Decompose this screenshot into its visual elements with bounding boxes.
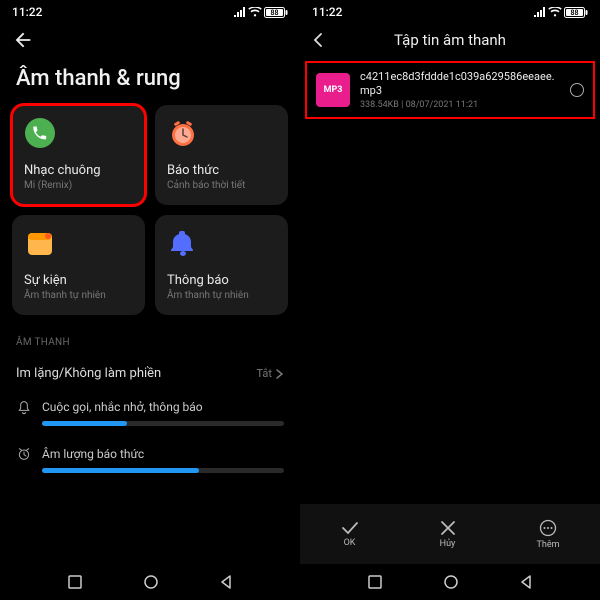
card-subtitle: Cảnh báo thời tiết [167,180,276,191]
signal-icon [234,7,246,17]
phone-icon [24,117,56,149]
screen-file-picker: 11:22 88 Tập tin âm thanh MP3 c4211ec8d3… [300,0,600,600]
alarm-outline-icon [16,446,32,462]
navigation-bar [0,564,300,600]
events-card[interactable]: Sự kiện Âm thanh tự nhiên [12,215,145,315]
file-name: c4211ec8d3fddde1c039a629586eeaee.mp3 [360,70,560,98]
status-time: 11:22 [312,5,342,19]
header-row: Tập tin âm thanh [300,22,600,58]
page-title: Tập tin âm thanh [394,31,506,49]
dnd-value-wrap: Tắt [256,367,284,380]
nav-recent-icon[interactable] [67,574,83,590]
status-icons: 88 [534,7,588,18]
file-item[interactable]: MP3 c4211ec8d3fddde1c039a629586eeaee.mp3… [306,62,594,118]
nav-back-icon[interactable] [519,575,533,589]
slider-label: Cuộc gọi, nhắc nhở, thông báo [42,400,284,414]
header-row [0,22,300,58]
svg-text:88: 88 [271,9,279,17]
nav-recent-icon[interactable] [367,574,383,590]
dnd-value: Tắt [256,367,272,380]
radio-unselected[interactable] [570,83,584,97]
alarm-card[interactable]: Báo thức Cảnh báo thời tiết [155,105,288,205]
sound-categories-grid: Nhạc chuông Mi (Remix) Báo thức Cảnh báo… [0,105,300,315]
notification-card[interactable]: Thông báo Âm thanh tự nhiên [155,215,288,315]
slider-calls[interactable] [42,421,284,426]
battery-icon: 88 [264,7,288,18]
card-subtitle: Âm thanh tự nhiên [167,290,276,301]
wifi-icon [248,7,262,17]
battery-icon: 88 [564,7,588,18]
bell-icon [167,227,199,259]
card-title: Thông báo [167,273,276,288]
card-subtitle: Mi (Remix) [24,180,133,191]
ringtone-card[interactable]: Nhạc chuông Mi (Remix) [12,105,145,205]
file-meta: 338.54KB | 08/07/2021 11:21 [360,100,560,110]
nav-home-icon[interactable] [143,574,159,590]
status-bar: 11:22 88 [300,0,600,22]
page-title: Âm thanh & rung [0,58,300,105]
cancel-button[interactable]: Hủy [440,520,456,549]
chevron-right-icon [276,369,284,379]
more-button[interactable]: Thêm [537,519,560,550]
card-title: Nhạc chuông [24,163,133,178]
dnd-label: Im lặng/Không làm phiền [16,366,161,381]
wifi-icon [548,7,562,17]
status-bar: 11:22 88 [0,0,300,22]
volume-alarm-row: Âm lượng báo thức [0,438,300,466]
back-chevron-icon[interactable] [312,32,324,48]
volume-calls-row: Cuộc gọi, nhắc nhở, thông báo [0,391,300,419]
more-horizontal-icon [539,519,557,537]
svg-text:88: 88 [571,9,579,17]
dnd-row[interactable]: Im lặng/Không làm phiền Tắt [0,356,300,391]
bell-outline-icon [16,399,32,415]
card-title: Sự kiện [24,273,133,288]
slider-alarm[interactable] [42,468,284,473]
card-title: Báo thức [167,163,276,178]
check-icon [341,521,359,535]
slider-label: Âm lượng báo thức [42,447,284,461]
mp3-badge-icon: MP3 [316,73,350,107]
calendar-icon [24,227,56,259]
ok-button[interactable]: OK [341,521,359,548]
bottom-action-bar: OK Hủy Thêm [300,504,600,564]
screen-settings: 11:22 88 Âm thanh & rung Nhạc chuông Mi … [0,0,300,600]
nav-back-icon[interactable] [219,575,233,589]
section-label-sound: ÂM THANH [0,315,300,356]
status-icons: 88 [234,7,288,18]
signal-icon [534,7,546,17]
alarm-clock-icon [167,117,199,149]
navigation-bar [300,564,600,600]
card-subtitle: Âm thanh tự nhiên [24,290,133,301]
back-arrow-icon[interactable] [12,29,34,51]
status-time: 11:22 [12,5,42,19]
close-icon [440,520,456,536]
nav-home-icon[interactable] [443,574,459,590]
file-info: c4211ec8d3fddde1c039a629586eeaee.mp3 338… [360,70,560,110]
